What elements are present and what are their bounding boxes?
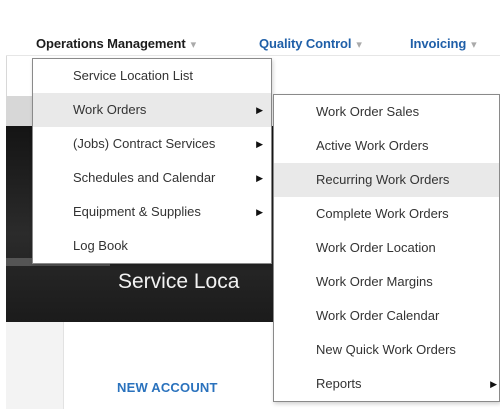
submenu-item-active-work-orders[interactable]: Active Work Orders bbox=[274, 129, 499, 163]
menu-item-label: Service Location List bbox=[73, 68, 193, 83]
menu-item-label: Recurring Work Orders bbox=[316, 172, 450, 187]
submenu-item-work-order-location[interactable]: Work Order Location bbox=[274, 231, 499, 265]
chevron-down-icon: ▾ bbox=[471, 39, 477, 51]
menu-item-label: Equipment & Supplies bbox=[73, 204, 201, 219]
nav-quality-control-label: Quality Control bbox=[259, 36, 352, 51]
left-panel bbox=[6, 322, 64, 409]
nav-invoicing[interactable]: Invoicing ▾ bbox=[410, 36, 477, 51]
submenu-item-work-order-sales[interactable]: Work Order Sales bbox=[274, 95, 499, 129]
menu-item-label: Work Order Location bbox=[316, 240, 436, 255]
chevron-right-icon: ▶ bbox=[490, 379, 497, 389]
chevron-right-icon: ▶ bbox=[256, 173, 263, 183]
menu-item-label: Reports bbox=[316, 376, 362, 391]
chevron-down-icon: ▾ bbox=[356, 39, 362, 51]
nav-operations-management-label: Operations Management bbox=[36, 36, 186, 51]
new-account-link[interactable]: NEW ACCOUNT bbox=[117, 380, 218, 395]
submenu-item-complete-work-orders[interactable]: Complete Work Orders bbox=[274, 197, 499, 231]
nav-quality-control[interactable]: Quality Control ▾ bbox=[259, 36, 362, 51]
hero-title: Service Loca bbox=[118, 270, 240, 293]
submenu-item-work-order-calendar[interactable]: Work Order Calendar bbox=[274, 299, 499, 333]
menu-item-work-orders[interactable]: Work Orders ▶ bbox=[33, 93, 271, 127]
submenu-item-reports[interactable]: Reports ▶ bbox=[274, 367, 499, 401]
menu-item-label: New Quick Work Orders bbox=[316, 342, 456, 357]
work-orders-submenu: Work Order Sales Active Work Orders Recu… bbox=[273, 94, 500, 402]
submenu-item-recurring-work-orders[interactable]: Recurring Work Orders bbox=[274, 163, 499, 197]
submenu-item-new-quick-work-orders[interactable]: New Quick Work Orders bbox=[274, 333, 499, 367]
menu-item-log-book[interactable]: Log Book bbox=[33, 229, 271, 263]
menu-item-equipment-and-supplies[interactable]: Equipment & Supplies ▶ bbox=[33, 195, 271, 229]
chevron-right-icon: ▶ bbox=[256, 105, 263, 115]
menu-item-schedules-and-calendar[interactable]: Schedules and Calendar ▶ bbox=[33, 161, 271, 195]
menu-item-label: Work Order Calendar bbox=[316, 308, 440, 323]
chevron-right-icon: ▶ bbox=[256, 207, 263, 217]
chevron-right-icon: ▶ bbox=[256, 139, 263, 149]
menu-item-label: Log Book bbox=[73, 238, 128, 253]
menu-item-service-location-list[interactable]: Service Location List bbox=[33, 59, 271, 93]
nav-invoicing-label: Invoicing bbox=[410, 36, 467, 51]
chevron-down-icon: ▾ bbox=[190, 39, 197, 51]
nav-operations-management[interactable]: Operations Management ▾ bbox=[36, 36, 196, 51]
menu-item-label: (Jobs) Contract Services bbox=[73, 136, 216, 151]
menu-item-jobs-contract-services[interactable]: (Jobs) Contract Services ▶ bbox=[33, 127, 271, 161]
menu-item-label: Schedules and Calendar bbox=[73, 170, 216, 185]
menu-item-label: Complete Work Orders bbox=[316, 206, 449, 221]
menu-item-label: Work Orders bbox=[73, 102, 147, 117]
menu-item-label: Active Work Orders bbox=[316, 138, 429, 153]
submenu-item-work-order-margins[interactable]: Work Order Margins bbox=[274, 265, 499, 299]
operations-management-menu: Service Location List Work Orders ▶ (Job… bbox=[32, 58, 272, 264]
menu-item-label: Work Order Margins bbox=[316, 274, 433, 289]
menu-item-label: Work Order Sales bbox=[316, 104, 420, 119]
